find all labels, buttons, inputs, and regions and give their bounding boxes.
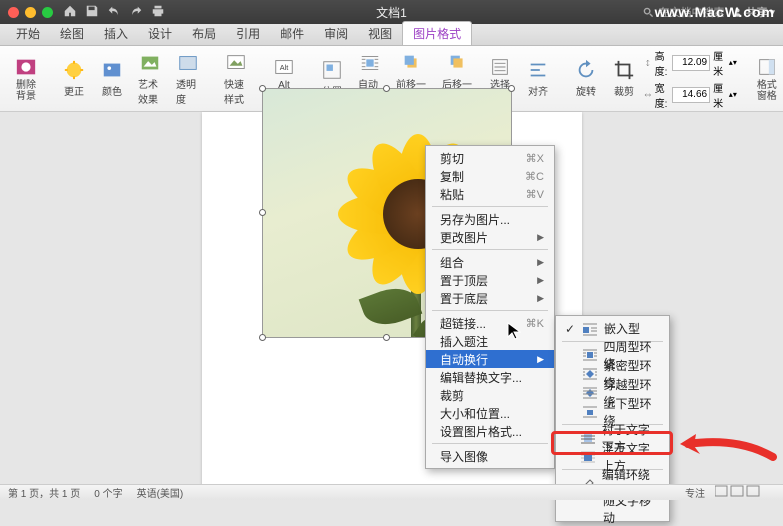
close-window[interactable] [8,7,19,18]
width-input[interactable] [672,87,710,103]
tab-view[interactable]: 视图 [358,22,402,45]
transparency-button[interactable]: 透明度 [170,50,206,108]
menu-import-image[interactable]: 导入图像 [426,447,554,465]
artistic-effects-button[interactable]: 艺术效果 [132,50,168,108]
rotate-button[interactable]: 旋转 [568,57,604,100]
corrections-button[interactable]: 更正 [56,57,92,100]
quick-styles-button[interactable]: 快速样式 [218,50,254,108]
status-page[interactable]: 第 1 页，共 1 页 [8,485,80,500]
status-language[interactable]: 英语(美国) [137,485,184,500]
status-bar: 第 1 页，共 1 页 0 个字 英语(美国) 专注 [0,484,783,500]
inline-icon [582,322,598,336]
front-icon [580,450,596,464]
annotation-arrow [678,432,778,472]
print-icon[interactable] [151,4,165,21]
menu-insert-caption[interactable]: 插入题注 [426,332,554,350]
tab-mailings[interactable]: 邮件 [270,22,314,45]
menu-hyperlink[interactable]: 超链接...⌘K [426,314,554,332]
home-icon[interactable] [63,4,77,21]
tab-picture-format[interactable]: 图片格式 [402,21,472,45]
tight-icon [582,367,598,381]
wrap-top-bottom[interactable]: 上下型环绕 [556,402,669,421]
wrap-move-with-text[interactable]: 随文字移动 [556,499,669,518]
menu-cut[interactable]: 剪切⌘X [426,149,554,167]
through-icon [582,386,598,400]
menu-paste[interactable]: 粘贴⌘V [426,185,554,203]
menu-change-picture[interactable]: 更改图片▶ [426,228,554,246]
watermark: www.MacW.com [655,4,775,20]
topbottom-icon [582,405,598,419]
tab-design[interactable]: 设计 [138,22,182,45]
square-icon [582,348,598,362]
status-word-count[interactable]: 0 个字 [94,485,122,500]
tab-home[interactable]: 开始 [6,22,50,45]
menu-wrap-text[interactable]: 自动换行▶ [426,350,554,368]
quick-access-toolbar [63,4,165,21]
save-icon[interactable] [85,4,99,21]
document-title: 文档1 [376,4,407,21]
size-controls: 高度:厘米▴▾ 宽度:厘米▴▾ [644,48,737,110]
remove-background-button[interactable]: 删除 背景 [8,54,44,104]
tab-references[interactable]: 引用 [226,22,270,45]
wrap-in-front-of-text[interactable]: 浮于文字上方 [556,447,669,466]
svg-text:Alt: Alt [280,62,289,71]
height-input[interactable] [672,55,710,71]
format-pane-button[interactable]: 格式 窗格 [749,54,783,104]
context-menu: 剪切⌘X 复制⌘C 粘贴⌘V 另存为图片... 更改图片▶ 组合▶ 置于顶层▶ … [425,145,555,469]
tab-draw[interactable]: 绘图 [50,22,94,45]
menu-send-back[interactable]: 置于底层▶ [426,289,554,307]
redo-icon[interactable] [129,4,143,21]
wrap-inline[interactable]: ✓嵌入型 [556,319,669,338]
ribbon-tabs: 开始 绘图 插入 设计 布局 引用 邮件 审阅 视图 图片格式 [0,24,783,46]
crop-button[interactable]: 裁剪 [606,57,642,100]
window-controls [8,7,53,18]
undo-icon[interactable] [107,4,121,21]
maximize-window[interactable] [42,7,53,18]
menu-save-as-picture[interactable]: 另存为图片... [426,210,554,228]
menu-bring-front[interactable]: 置于顶层▶ [426,271,554,289]
status-focus[interactable]: 专注 [685,485,705,500]
menu-crop[interactable]: 裁剪 [426,386,554,404]
menu-group[interactable]: 组合▶ [426,253,554,271]
menu-copy[interactable]: 复制⌘C [426,167,554,185]
height-label: 高度: [655,48,669,78]
view-buttons[interactable] [715,485,775,500]
behind-icon [580,431,596,445]
tab-review[interactable]: 审阅 [314,22,358,45]
align-button[interactable]: 对齐 [520,57,556,100]
menu-size-position[interactable]: 大小和位置... [426,404,554,422]
width-label: 宽度: [655,80,669,110]
tab-insert[interactable]: 插入 [94,22,138,45]
menu-format-picture[interactable]: 设置图片格式... [426,422,554,440]
titlebar: 文档1 在文档中搜索 www.MacW.com 共享▾ [0,0,783,24]
menu-edit-alt-text[interactable]: 编辑替换文字... [426,368,554,386]
minimize-window[interactable] [25,7,36,18]
tab-layout[interactable]: 布局 [182,22,226,45]
color-button[interactable]: 颜色 [94,57,130,100]
